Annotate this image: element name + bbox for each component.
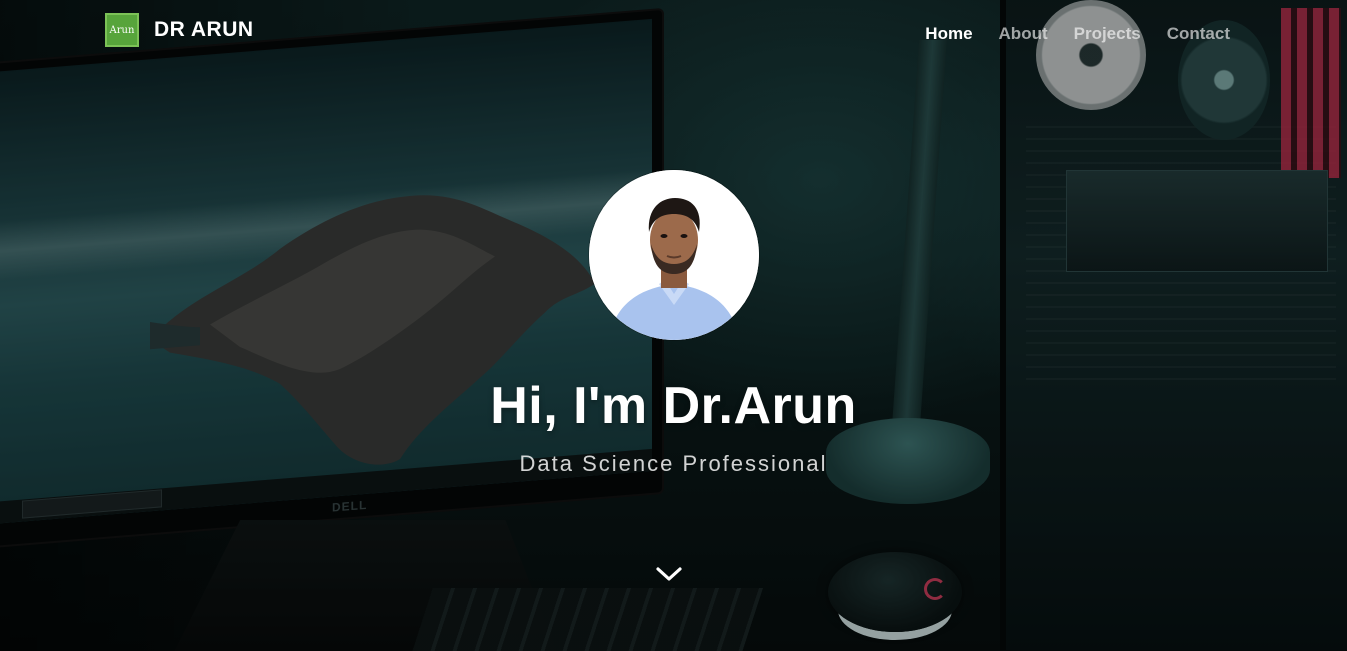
navbar: Arun DR ARUN Home About Projects Contact — [0, 0, 1347, 70]
nav-link-projects[interactable]: Projects — [1074, 24, 1141, 44]
nav-link-about[interactable]: About — [999, 24, 1048, 44]
brand-name[interactable]: DR ARUN — [154, 18, 254, 42]
hero-section: DELL Arun DR ARUN Home About Projects Co… — [0, 0, 1347, 651]
brand[interactable]: Arun DR ARUN — [105, 13, 254, 47]
brand-logo-text: Arun — [109, 24, 135, 36]
brand-logo-icon[interactable]: Arun — [105, 13, 139, 47]
profile-avatar — [589, 170, 759, 340]
nav-links: Home About Projects Contact — [925, 24, 1230, 44]
hero-subtitle: Data Science Professional — [519, 451, 828, 476]
nav-link-home[interactable]: Home — [925, 24, 972, 44]
profile-photo — [589, 170, 759, 340]
hero-headline: Hi, I'm Dr.Arun — [490, 377, 857, 435]
chevron-down-icon[interactable] — [654, 562, 684, 584]
nav-link-contact[interactable]: Contact — [1167, 24, 1230, 44]
